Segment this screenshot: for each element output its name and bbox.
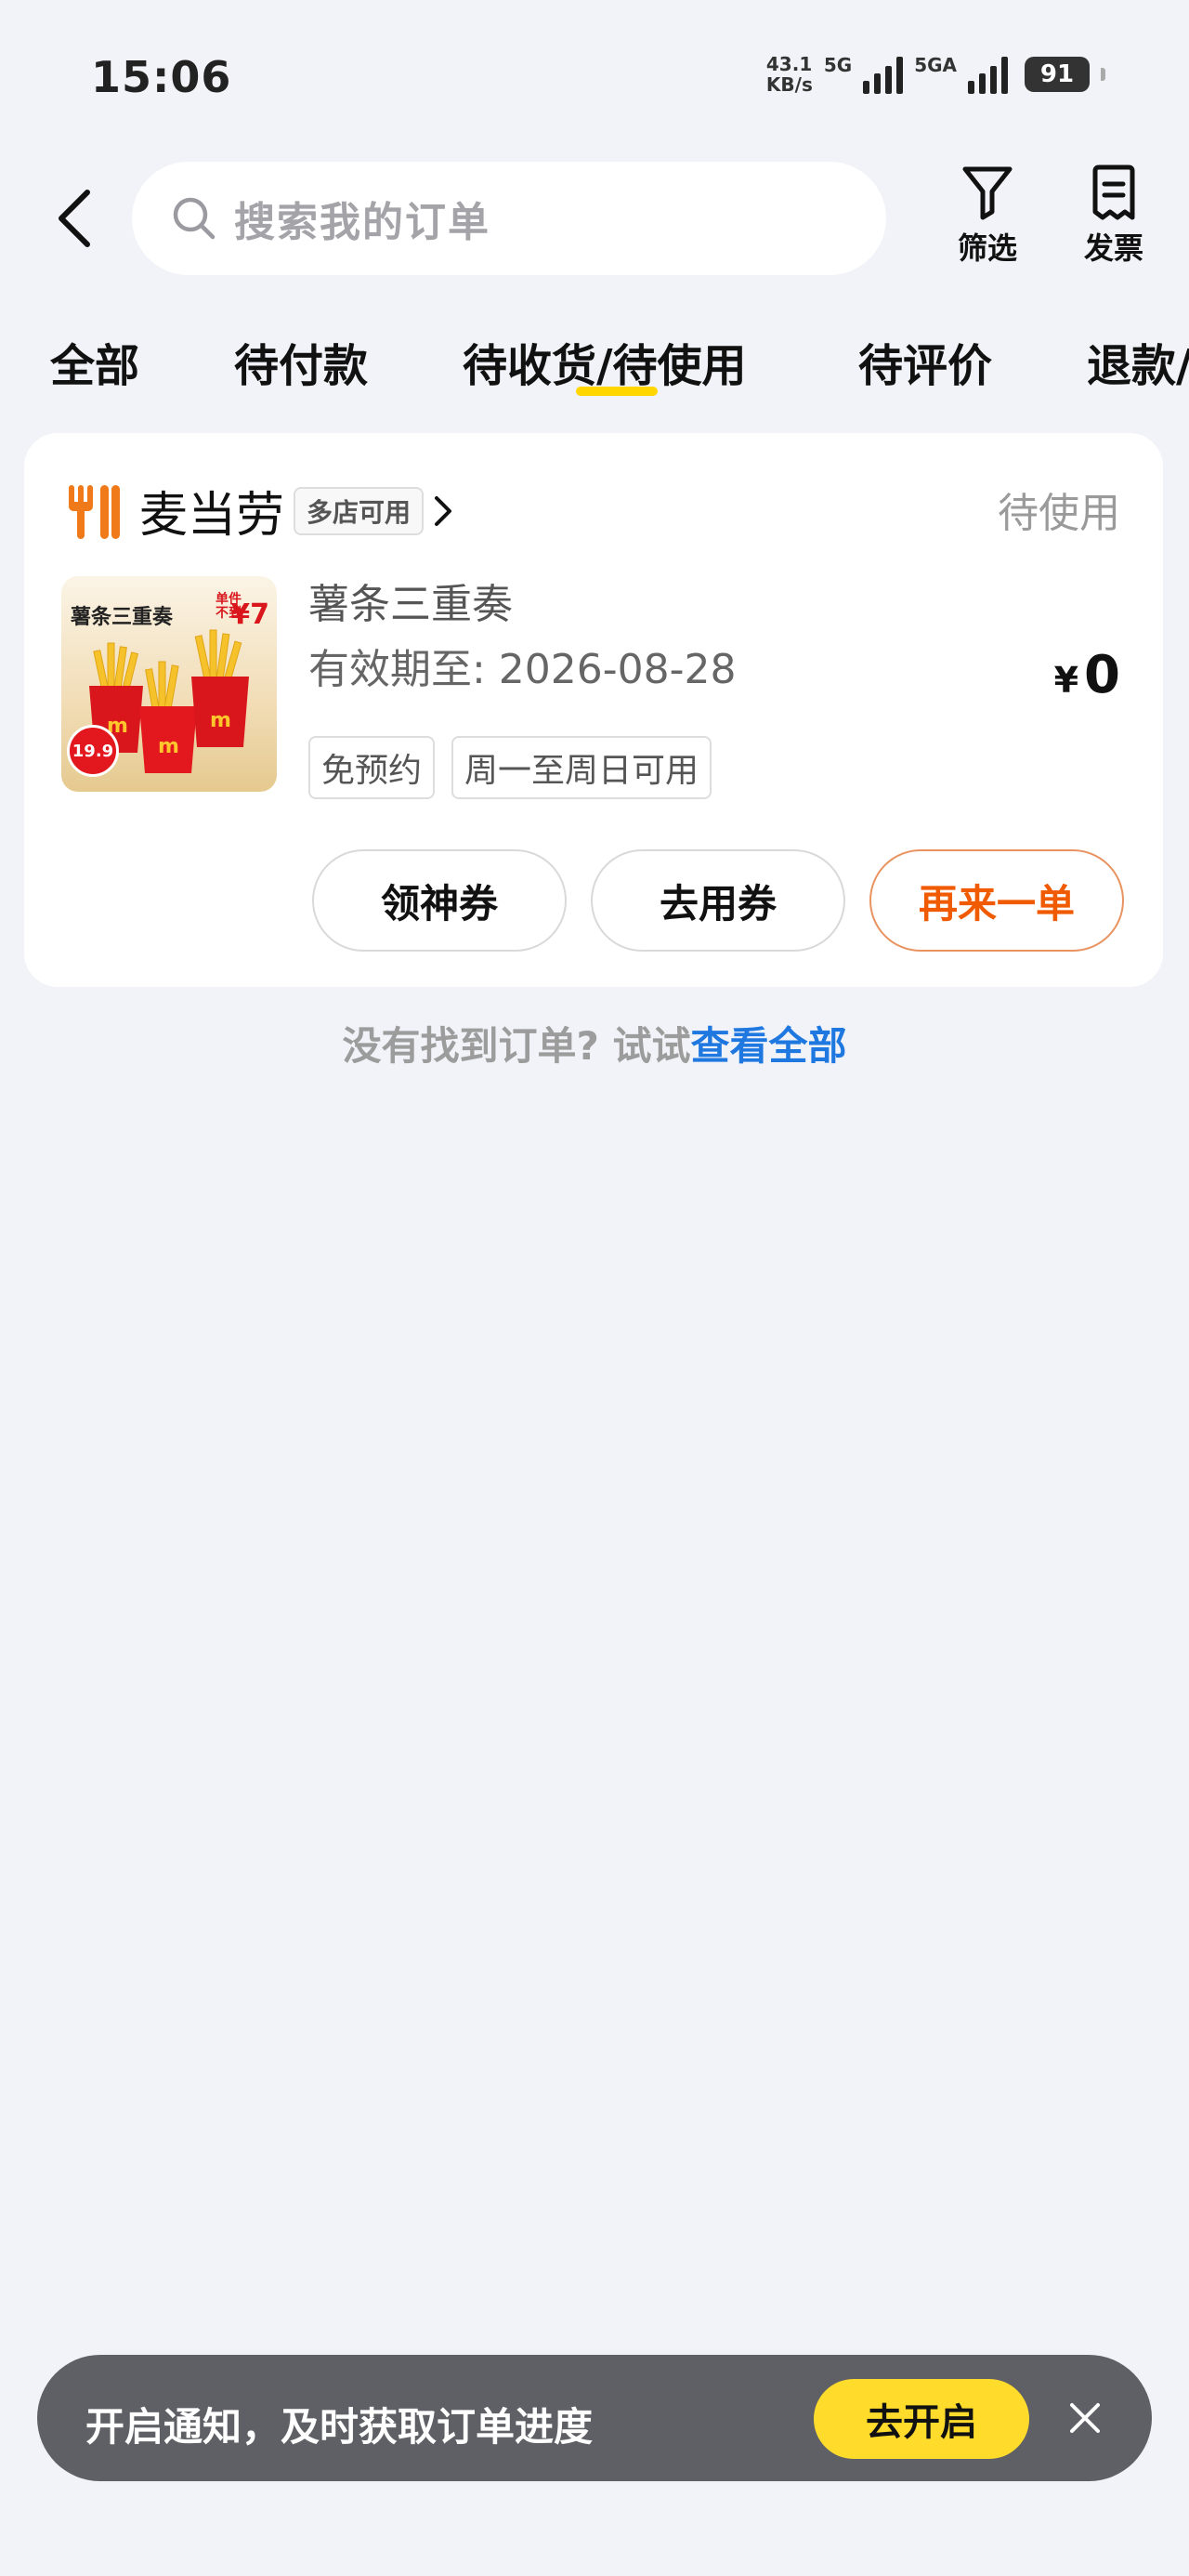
product-tags: 免预约 周一至周日可用 bbox=[308, 736, 712, 799]
product-image[interactable]: 薯条三重奏 单件 不到 ¥7 m m m 19.9 bbox=[61, 576, 277, 792]
empty-hint-text: 没有找到订单? 试试 bbox=[342, 1023, 691, 1069]
net-speed: 43.1 KB/s bbox=[766, 54, 813, 95]
empty-hint: 没有找到订单? 试试查看全部 bbox=[0, 1015, 1189, 1071]
svg-text:m: m bbox=[158, 735, 179, 758]
battery-cap bbox=[1101, 68, 1105, 81]
get-coupon-button[interactable]: 领神券 bbox=[312, 849, 567, 952]
reorder-button[interactable]: 再来一单 bbox=[869, 849, 1124, 952]
invoice-label: 发票 bbox=[1083, 230, 1143, 266]
signal-2-icon bbox=[968, 55, 1008, 94]
active-tab-indicator bbox=[576, 387, 658, 396]
signal-2-label: 5GA bbox=[914, 54, 957, 76]
svg-text:m: m bbox=[210, 709, 231, 732]
order-price: ¥0 bbox=[1054, 645, 1120, 705]
chevron-left-icon bbox=[59, 190, 90, 247]
view-all-link[interactable]: 查看全部 bbox=[690, 1023, 846, 1069]
signal-1-label: 5G bbox=[823, 54, 853, 76]
tab-pending-payment[interactable]: 待付款 bbox=[234, 329, 368, 394]
notification-text: 开启通知，及时获取订单进度 bbox=[85, 2404, 594, 2450]
use-coupon-button[interactable]: 去用券 bbox=[591, 849, 845, 952]
enable-notification-button[interactable]: 去开启 bbox=[814, 2379, 1029, 2459]
tab-pending-review[interactable]: 待评价 bbox=[858, 329, 992, 394]
close-banner-button[interactable] bbox=[1061, 2394, 1109, 2442]
store-header[interactable]: 麦当劳 多店可用 bbox=[65, 476, 453, 545]
tab-pending-receipt[interactable]: 待收货/待使用 bbox=[463, 329, 747, 394]
status-bar: 15:06 43.1 KB/s 5G 5GA 91 bbox=[0, 0, 1189, 149]
filter-label: 筛选 bbox=[957, 230, 1017, 266]
notification-banner: 开启通知，及时获取订单进度 去开启 bbox=[37, 2355, 1152, 2481]
signal-1-icon bbox=[863, 55, 904, 94]
multi-store-tag: 多店可用 bbox=[294, 486, 425, 535]
close-icon bbox=[1070, 2403, 1100, 2433]
tag-no-reservation: 免预约 bbox=[308, 736, 436, 799]
tab-all[interactable]: 全部 bbox=[50, 329, 139, 394]
tab-refund[interactable]: 退款/ bbox=[1087, 329, 1189, 394]
chevron-right-icon bbox=[435, 495, 452, 526]
store-name: 麦当劳 bbox=[139, 488, 285, 544]
order-status: 待使用 bbox=[998, 490, 1120, 537]
product-name: 薯条三重奏 bbox=[308, 581, 513, 628]
net-speed-value: 43.1 bbox=[765, 53, 813, 75]
filter-button[interactable]: 筛选 bbox=[936, 164, 1039, 268]
tag-available-days: 周一至周日可用 bbox=[451, 736, 712, 799]
top-bar: 搜索我的订单 筛选 发票 bbox=[0, 158, 1189, 279]
status-time: 15:06 bbox=[91, 52, 232, 102]
search-placeholder: 搜索我的订单 bbox=[234, 199, 490, 246]
thumb-badge: 19.9 bbox=[67, 725, 119, 777]
filter-icon bbox=[962, 166, 1013, 220]
price-value: 0 bbox=[1084, 645, 1120, 705]
invoice-icon bbox=[1092, 164, 1135, 220]
battery-icon: 91 bbox=[1025, 57, 1090, 92]
status-icons: 43.1 KB/s 5G 5GA 91 bbox=[766, 54, 1105, 95]
invoice-button[interactable]: 发票 bbox=[1063, 164, 1165, 268]
net-speed-unit: KB/s bbox=[765, 73, 813, 96]
search-input[interactable]: 搜索我的订单 bbox=[132, 162, 886, 275]
search-icon bbox=[173, 197, 216, 240]
price-symbol: ¥ bbox=[1053, 660, 1079, 701]
valid-until: 有效期至: 2026-08-28 bbox=[308, 646, 737, 693]
order-actions: 领神券 去用券 再来一单 bbox=[312, 849, 1124, 952]
order-tabs: 全部 待付款 待收货/待使用 待评价 退款/ bbox=[0, 316, 1189, 400]
back-button[interactable] bbox=[46, 186, 102, 251]
restaurant-icon bbox=[69, 484, 120, 539]
order-card[interactable]: 麦当劳 多店可用 待使用 薯条三重奏 单件 不到 ¥7 m m m 19.9 薯… bbox=[24, 433, 1163, 987]
